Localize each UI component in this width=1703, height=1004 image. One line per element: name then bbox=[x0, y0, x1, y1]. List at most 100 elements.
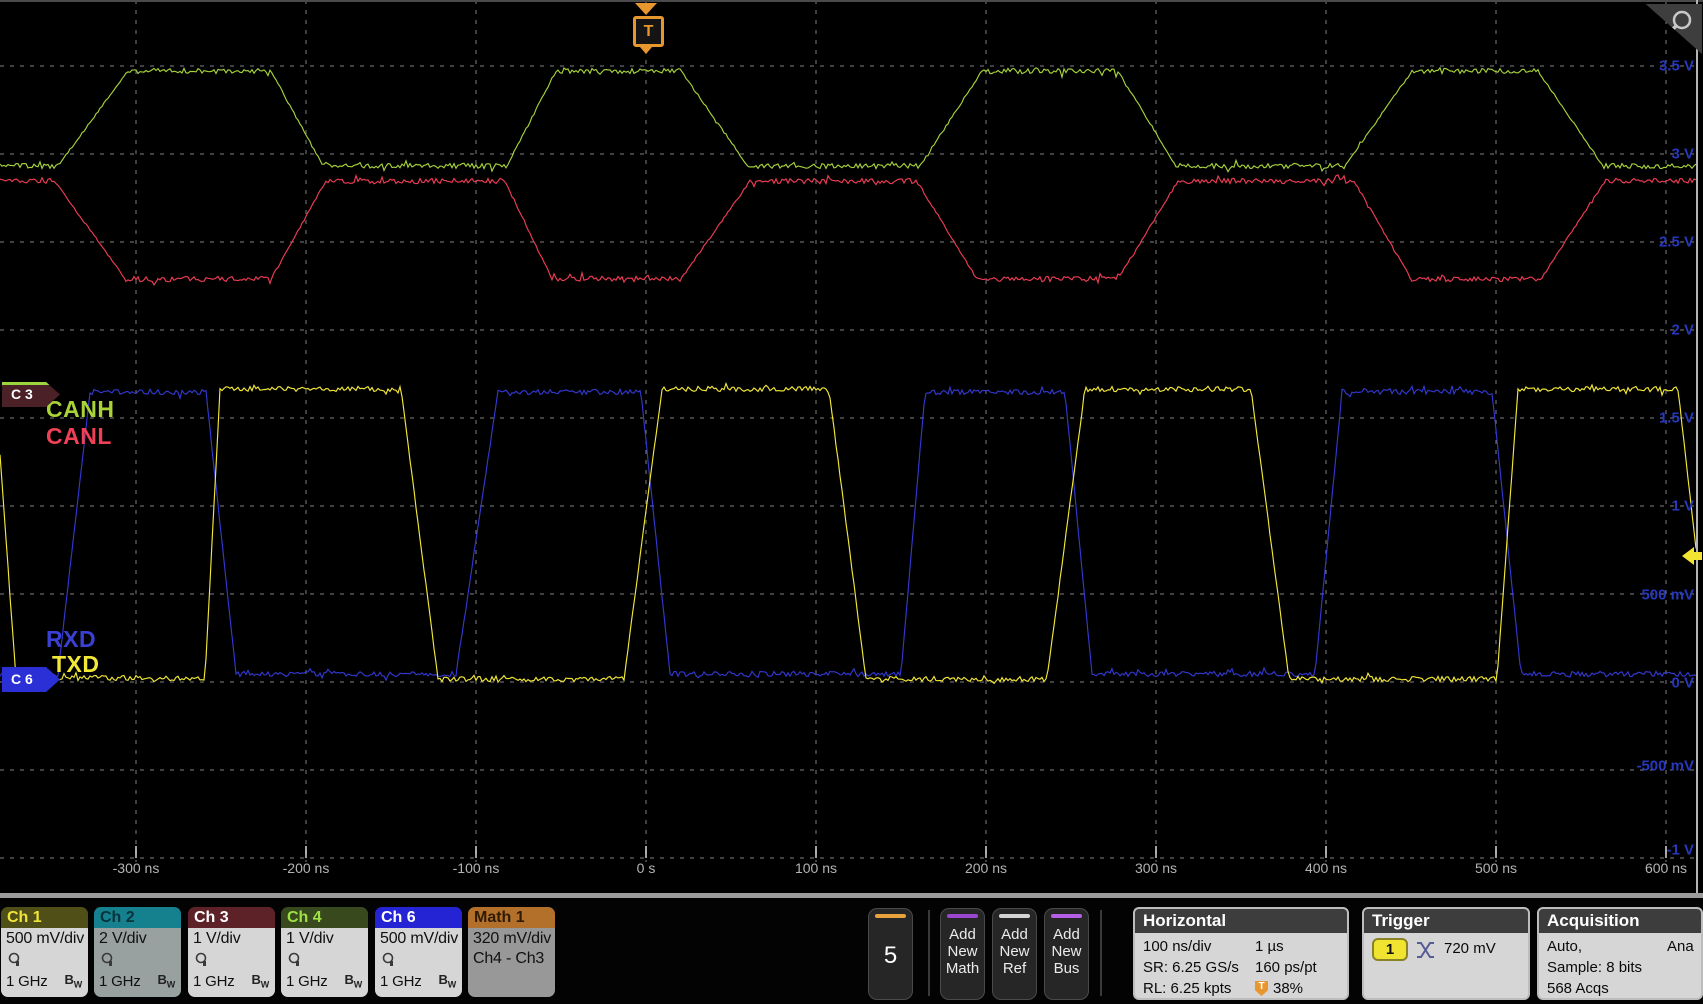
add-new-ref-button[interactable]: Add New Ref bbox=[992, 908, 1037, 1000]
trigger-position-mini-icon: T bbox=[1255, 981, 1268, 996]
trigger-position-badge[interactable]: T bbox=[633, 16, 664, 47]
edge-trigger-icon bbox=[1416, 940, 1436, 960]
rxd-trace bbox=[0, 386, 1696, 680]
time-tick-label: -300 ns bbox=[113, 860, 160, 876]
channel-scale: 2 V/div bbox=[99, 930, 147, 948]
add-new-bus-button[interactable]: Add New Bus bbox=[1044, 908, 1089, 1000]
channel-badge-ch2[interactable]: Ch 2 2 V/div 1 GHz BW bbox=[94, 907, 181, 997]
channel-scale: 1 V/div bbox=[286, 930, 334, 948]
channel-scale: 500 mV/div bbox=[6, 930, 84, 948]
channel-badge-title: Ch 2 bbox=[94, 907, 181, 928]
trigger-panel-title: Trigger bbox=[1364, 909, 1528, 933]
waveform-display[interactable] bbox=[0, 0, 1703, 893]
txd-trace-label: TXD bbox=[52, 651, 100, 678]
canl-trace bbox=[0, 175, 1696, 285]
math-source: Ch4 - Ch3 bbox=[473, 950, 544, 968]
txd-trace bbox=[0, 384, 1696, 684]
five-button-accent bbox=[875, 914, 906, 918]
acquisition-count: 568 Acqs bbox=[1547, 980, 1609, 997]
channel-badge-title: Ch 1 bbox=[1, 907, 88, 928]
horizontal-scale: 100 ns/div bbox=[1143, 938, 1211, 955]
channel-scale: 1 V/div bbox=[193, 930, 241, 948]
trigger-position-icon[interactable] bbox=[635, 3, 657, 15]
channel-badge-ch6[interactable]: Ch 6 500 mV/div 1 GHz BW bbox=[375, 907, 462, 997]
channel-bandwidth: 1 GHz bbox=[193, 973, 235, 990]
time-tick-label: -100 ns bbox=[453, 860, 500, 876]
horizontal-panel[interactable]: Horizontal 100 ns/div 1 µs SR: 6.25 GS/s… bbox=[1133, 907, 1349, 1000]
acquisition-mode-extra: Ana bbox=[1667, 938, 1694, 955]
oscilloscope-screen: { "plot": { "grid_x": [136,306,476,646,8… bbox=[0, 0, 1703, 1004]
voltage-tick-label: 2.5 V bbox=[1659, 234, 1694, 251]
add-math-accent bbox=[947, 914, 978, 918]
channel-badge-ch1[interactable]: Ch 1 500 mV/div 1 GHz BW bbox=[1, 907, 88, 997]
probe-icon bbox=[194, 952, 210, 968]
trigger-level-arrow-icon[interactable] bbox=[1681, 545, 1703, 567]
voltage-tick-label: 1 V bbox=[1671, 498, 1694, 515]
time-tick-label: 200 ns bbox=[965, 860, 1007, 876]
math-scale: 320 mV/div bbox=[473, 930, 551, 948]
canh-trace-label: CANH bbox=[46, 396, 114, 423]
voltage-tick-label: 3 V bbox=[1671, 146, 1694, 163]
voltage-tick-label: 3.5 V bbox=[1659, 58, 1694, 75]
five-button-label: 5 bbox=[869, 942, 912, 970]
probe-icon bbox=[7, 952, 23, 968]
add-ref-label: Add New Ref bbox=[993, 926, 1036, 977]
trigger-source-badge: 1 bbox=[1372, 938, 1408, 961]
channel-bandwidth: 1 GHz bbox=[380, 973, 422, 990]
time-tick-label: 100 ns bbox=[795, 860, 837, 876]
bandwidth-limit-badge: BW bbox=[439, 972, 457, 990]
horizontal-resolution: 160 ps/pt bbox=[1255, 959, 1317, 976]
horizontal-trigger-position: 38% bbox=[1273, 980, 1303, 997]
channel-badge-ch4[interactable]: Ch 4 1 V/div 1 GHz BW bbox=[281, 907, 368, 997]
probe-icon bbox=[381, 952, 397, 968]
time-tick-label: -200 ns bbox=[283, 860, 330, 876]
add-bus-accent bbox=[1051, 914, 1082, 918]
channel-bandwidth: 1 GHz bbox=[99, 973, 141, 990]
time-tick-label: 600 ns bbox=[1645, 860, 1687, 876]
bandwidth-limit-badge: BW bbox=[65, 972, 83, 990]
add-ref-accent bbox=[999, 914, 1030, 918]
acquisition-panel[interactable]: Acquisition Auto, Ana Sample: 8 bits 568… bbox=[1537, 907, 1703, 1000]
math-badge[interactable]: Math 1 320 mV/div Ch4 - Ch3 bbox=[468, 907, 555, 997]
voltage-tick-label: 0 V bbox=[1671, 675, 1694, 692]
channel-bandwidth: 1 GHz bbox=[286, 973, 328, 990]
bandwidth-limit-badge: BW bbox=[252, 972, 270, 990]
probe-icon bbox=[100, 952, 116, 968]
acquisition-panel-title: Acquisition bbox=[1539, 909, 1701, 933]
button-separator bbox=[928, 910, 930, 996]
acquisition-sample-bits: Sample: 8 bits bbox=[1547, 959, 1642, 976]
trigger-position-pointer bbox=[640, 47, 652, 54]
five-button[interactable]: 5 bbox=[868, 908, 913, 1000]
add-math-label: Add New Math bbox=[941, 926, 984, 977]
channel-3-marker-label: C 3 bbox=[11, 386, 33, 402]
trigger-panel[interactable]: Trigger 1 720 mV bbox=[1362, 907, 1530, 1000]
screen-top-border bbox=[0, 0, 1703, 2]
bandwidth-limit-badge: BW bbox=[158, 972, 176, 990]
voltage-tick-label: 1.5 V bbox=[1659, 410, 1694, 427]
add-new-math-button[interactable]: Add New Math bbox=[940, 908, 985, 1000]
horizontal-window: 1 µs bbox=[1255, 938, 1284, 955]
channel-scale: 500 mV/div bbox=[380, 930, 458, 948]
voltage-tick-label: 2 V bbox=[1671, 322, 1694, 339]
time-tick-label: 400 ns bbox=[1305, 860, 1347, 876]
time-tick-label: 0 s bbox=[637, 860, 656, 876]
canl-trace-label: CANL bbox=[46, 423, 112, 450]
channel-badge-title: Ch 3 bbox=[188, 907, 275, 928]
voltage-tick-label: -1 V bbox=[1666, 842, 1694, 859]
canh-trace bbox=[0, 68, 1696, 172]
acquisition-mode: Auto, bbox=[1547, 938, 1582, 955]
button-separator bbox=[1100, 910, 1102, 996]
voltage-tick-label: 500 mV bbox=[1641, 587, 1694, 604]
probe-icon bbox=[287, 952, 303, 968]
horizontal-panel-title: Horizontal bbox=[1135, 909, 1347, 933]
channel-badge-title: Ch 6 bbox=[375, 907, 462, 928]
plot-right-border bbox=[1696, 0, 1698, 893]
horizontal-sample-rate: SR: 6.25 GS/s bbox=[1143, 959, 1239, 976]
math-badge-title: Math 1 bbox=[468, 907, 555, 928]
horizontal-record-length: RL: 6.25 kpts bbox=[1143, 980, 1231, 997]
bandwidth-limit-badge: BW bbox=[345, 972, 363, 990]
trigger-level-value: 720 mV bbox=[1444, 940, 1496, 957]
rxd-trace-label: RXD bbox=[46, 626, 96, 653]
voltage-tick-label: -500 mV bbox=[1636, 758, 1694, 775]
channel-badge-ch3[interactable]: Ch 3 1 V/div 1 GHz BW bbox=[188, 907, 275, 997]
